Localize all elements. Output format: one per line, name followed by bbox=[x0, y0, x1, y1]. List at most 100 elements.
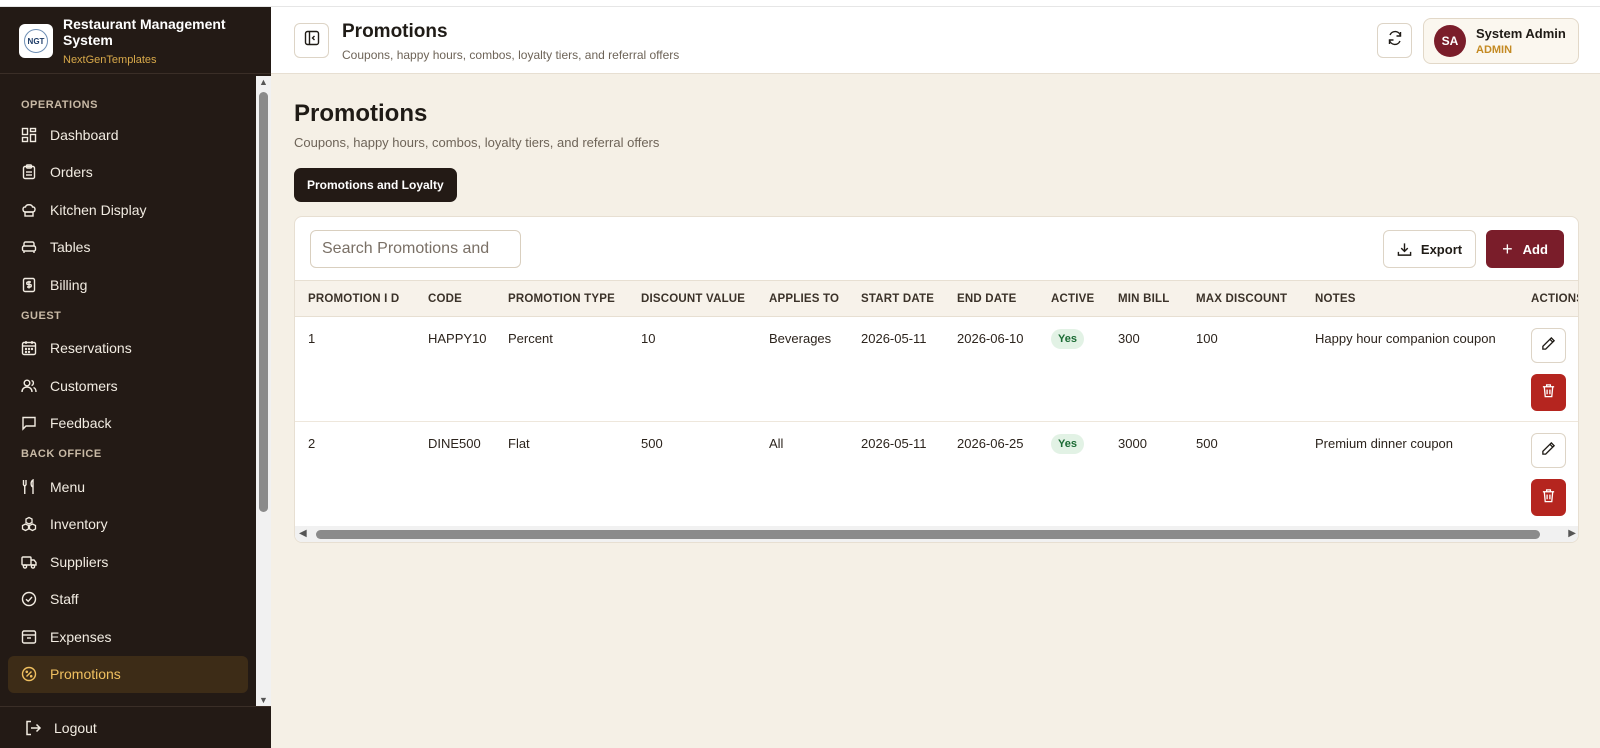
boxes-icon bbox=[21, 516, 37, 532]
sidebar-item-expenses[interactable]: Expenses bbox=[8, 618, 248, 656]
export-label: Export bbox=[1420, 241, 1463, 257]
brand-subtitle: NextGenTemplates bbox=[63, 54, 157, 66]
dashboard-icon bbox=[21, 127, 37, 143]
sidebar-item-label: Inventory bbox=[50, 516, 108, 533]
message-square-icon bbox=[21, 415, 37, 431]
check-circle-icon bbox=[21, 591, 37, 607]
pencil-icon bbox=[1541, 441, 1556, 461]
table-horizontal-scrollbar[interactable]: ◀ ▶ bbox=[295, 526, 1578, 542]
cell-applies-to: All bbox=[769, 436, 784, 451]
col-notes: NOTES bbox=[1315, 293, 1356, 305]
scroll-up-arrow-icon[interactable]: ▲ bbox=[259, 77, 268, 87]
logout-label: Logout bbox=[54, 719, 97, 736]
trash-icon bbox=[1541, 488, 1556, 508]
tab-promotions-and-loyalty[interactable]: Promotions and Loyalty bbox=[294, 168, 457, 202]
user-menu[interactable]: SA System Admin ADMIN bbox=[1423, 18, 1579, 64]
sidebar-item-label: Tables bbox=[50, 239, 91, 256]
col-actions: ACTIONS bbox=[1531, 293, 1579, 305]
cell-promotion-type: Percent bbox=[508, 331, 553, 346]
sidebar-nav: OPERATIONS Dashboard Orders Kitchen Disp… bbox=[0, 75, 256, 706]
add-button[interactable]: + Add bbox=[1486, 230, 1564, 268]
cell-discount-value: 500 bbox=[641, 436, 663, 451]
chef-hat-icon bbox=[21, 202, 37, 218]
sidebar-item-billing[interactable]: Billing bbox=[8, 266, 248, 304]
col-applies-to: APPLIES TO bbox=[769, 293, 840, 305]
truck-icon bbox=[21, 554, 37, 570]
avatar: SA bbox=[1434, 25, 1466, 57]
add-label: Add bbox=[1522, 241, 1548, 257]
pencil-icon bbox=[1541, 336, 1556, 356]
cell-end-date: 2026-06-25 bbox=[957, 436, 1024, 451]
cell-min-bill: 300 bbox=[1118, 331, 1140, 346]
sidebar-toggle-button[interactable] bbox=[294, 23, 329, 58]
receipt-icon bbox=[21, 277, 37, 293]
sidebar-item-suppliers[interactable]: Suppliers bbox=[8, 543, 248, 581]
sidebar-item-menu[interactable]: Menu bbox=[8, 468, 248, 506]
col-promotion-type: PROMOTION TYPE bbox=[508, 293, 615, 305]
sidebar-item-inventory[interactable]: Inventory bbox=[8, 506, 248, 544]
cell-applies-to: Beverages bbox=[769, 331, 832, 346]
sidebar-item-promotions[interactable]: Promotions bbox=[8, 655, 248, 693]
scroll-left-arrow-icon[interactable]: ◀ bbox=[299, 528, 307, 539]
sidebar-scroll-thumb[interactable] bbox=[259, 92, 268, 512]
percent-badge-icon bbox=[21, 666, 37, 682]
status-badge: Yes bbox=[1051, 329, 1084, 349]
sidebar-item-dashboard[interactable]: Dashboard bbox=[8, 116, 248, 154]
table-scroll-thumb[interactable] bbox=[316, 530, 1540, 539]
sidebar-item-label: Billing bbox=[50, 276, 88, 293]
sidebar-item-orders[interactable]: Orders bbox=[8, 154, 248, 192]
brand: NGT Restaurant Management System NextGen… bbox=[0, 7, 271, 74]
edit-button[interactable] bbox=[1531, 433, 1566, 468]
section-guest: GUEST bbox=[21, 309, 62, 322]
table-header: PROMOTION I D CODE PROMOTION TYPE DISCOU… bbox=[295, 280, 1579, 317]
sidebar-item-reservations[interactable]: Reservations bbox=[8, 330, 248, 368]
cell-code: HAPPY10 bbox=[428, 331, 487, 346]
sidebar-scrollbar[interactable]: ▲ ▼ bbox=[256, 76, 271, 706]
sidebar-item-tables[interactable]: Tables bbox=[8, 229, 248, 267]
logout-button[interactable]: Logout bbox=[0, 706, 271, 748]
users-icon bbox=[21, 378, 37, 394]
sidebar-item-customers[interactable]: Customers bbox=[8, 367, 248, 405]
sidebar-item-label: Orders bbox=[50, 164, 93, 181]
sidebar-item-label: Kitchen Display bbox=[50, 201, 147, 218]
scroll-right-arrow-icon[interactable]: ▶ bbox=[1568, 528, 1576, 539]
clipboard-icon bbox=[21, 164, 37, 180]
section-operations: OPERATIONS bbox=[21, 99, 98, 111]
delete-button[interactable] bbox=[1531, 479, 1566, 516]
sidebar-item-feedback[interactable]: Feedback bbox=[8, 405, 248, 443]
cell-notes: Premium dinner coupon bbox=[1315, 436, 1454, 451]
brand-title: Restaurant Management System bbox=[63, 16, 226, 48]
table-row: 2 DINE500 Flat 500 All 2026-05-11 2026-0… bbox=[295, 422, 1578, 527]
page-title: Promotions bbox=[294, 100, 428, 127]
edit-button[interactable] bbox=[1531, 328, 1566, 363]
panel-left-icon bbox=[304, 30, 320, 51]
sidebar-item-staff[interactable]: Staff bbox=[8, 581, 248, 619]
sidebar-item-label: Promotions bbox=[50, 666, 121, 683]
cell-code: DINE500 bbox=[428, 436, 481, 451]
header-title: Promotions bbox=[342, 21, 448, 42]
delete-button[interactable] bbox=[1531, 374, 1566, 411]
sidebar-item-kitchen-display[interactable]: Kitchen Display bbox=[8, 191, 248, 229]
sidebar-item-label: Staff bbox=[50, 591, 79, 608]
sidebar-item-label: Menu bbox=[50, 478, 86, 495]
scroll-down-arrow-icon[interactable]: ▼ bbox=[259, 695, 268, 705]
cell-max-discount: 500 bbox=[1196, 436, 1218, 451]
page-subtitle: Coupons, happy hours, combos, loyalty ti… bbox=[294, 135, 660, 150]
refresh-button[interactable] bbox=[1377, 23, 1412, 58]
promotions-table: PROMOTION I D CODE PROMOTION TYPE DISCOU… bbox=[295, 280, 1579, 527]
table-row: 1 HAPPY10 Percent 10 Beverages 2026-05-1… bbox=[295, 317, 1578, 422]
calendar-icon bbox=[21, 340, 37, 356]
sidebar-item-label: Suppliers bbox=[50, 553, 109, 570]
status-badge: Yes bbox=[1051, 434, 1084, 454]
search-input[interactable] bbox=[310, 230, 521, 268]
col-discount-value: DISCOUNT VALUE bbox=[641, 293, 746, 305]
refresh-icon bbox=[1387, 30, 1403, 51]
cell-promotion-id: 1 bbox=[308, 331, 316, 346]
sidebar-item-label: Reservations bbox=[50, 340, 132, 357]
export-button[interactable]: Export bbox=[1383, 230, 1476, 268]
section-back-office: BACK OFFICE bbox=[21, 448, 102, 460]
col-max-discount: MAX DISCOUNT bbox=[1196, 293, 1288, 305]
col-promotion-id: PROMOTION I D bbox=[308, 293, 400, 305]
cell-min-bill: 3000 bbox=[1118, 436, 1147, 451]
cell-promotion-type: Flat bbox=[508, 436, 530, 451]
